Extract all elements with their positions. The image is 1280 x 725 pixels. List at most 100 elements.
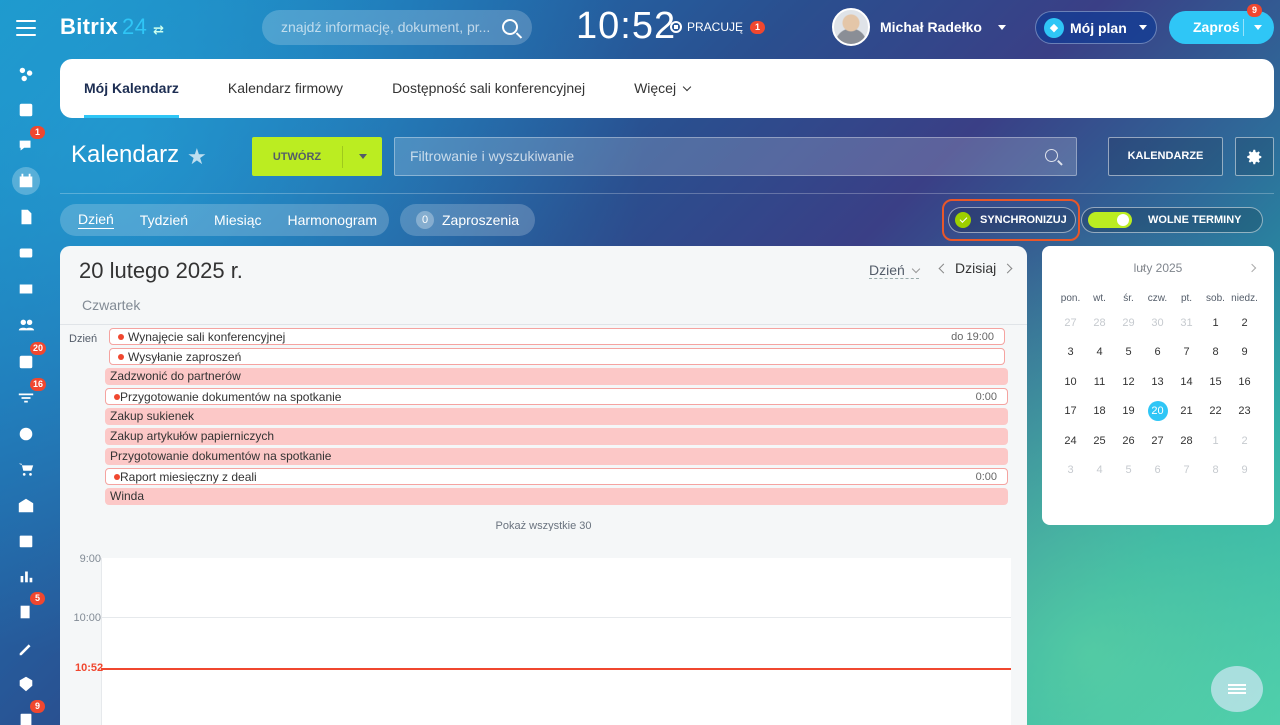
mini-calendar-day[interactable]: 20: [1143, 397, 1172, 427]
crm-icon[interactable]: 16: [12, 378, 47, 412]
prev-arrow-icon[interactable]: [938, 263, 949, 273]
plan-button[interactable]: ◆ Mój plan: [1035, 11, 1157, 44]
inbox-icon[interactable]: [12, 96, 40, 124]
mini-calendar-day[interactable]: 12: [1114, 367, 1143, 397]
mini-calendar-day[interactable]: 11: [1085, 367, 1114, 397]
tab-more[interactable]: Więcej: [634, 59, 692, 118]
mini-calendar-day[interactable]: 18: [1085, 397, 1114, 427]
contacts-icon[interactable]: 9: [12, 700, 45, 725]
day-mode-select[interactable]: Dzień: [869, 262, 921, 279]
mini-calendar-day[interactable]: 4: [1085, 456, 1114, 486]
mini-calendar-day[interactable]: 7: [1172, 456, 1201, 486]
mini-calendar-day[interactable]: 8: [1201, 456, 1230, 486]
sync-button[interactable]: SYNCHRONIZUJ: [948, 207, 1076, 233]
mini-calendar-day[interactable]: 30: [1143, 308, 1172, 338]
time-grid-area[interactable]: [101, 558, 1011, 725]
star-icon[interactable]: ★: [187, 144, 207, 170]
target-icon[interactable]: [12, 420, 40, 448]
create-button[interactable]: UTWÓRZ: [252, 137, 382, 176]
view-schedule[interactable]: Harmonogram: [288, 212, 377, 228]
mini-calendar-day[interactable]: 2: [1230, 426, 1259, 456]
tab-room-availability[interactable]: Dostępność sali konferencyjnej: [392, 59, 585, 118]
settings-button[interactable]: [1235, 137, 1274, 176]
cart-icon[interactable]: [12, 455, 40, 483]
mini-calendar-day[interactable]: 14: [1172, 367, 1201, 397]
menu-icon[interactable]: [16, 20, 36, 36]
mail-icon[interactable]: [12, 275, 40, 303]
view-day[interactable]: Dzień: [78, 211, 114, 229]
event-item[interactable]: Wysyłanie zaproszeń: [109, 348, 1005, 365]
mini-calendar-day[interactable]: 1: [1201, 308, 1230, 338]
mini-calendar-day[interactable]: 16: [1230, 367, 1259, 397]
event-item[interactable]: Raport miesięczny z deali 0:00: [105, 468, 1008, 485]
search-icon[interactable]: [1045, 149, 1058, 162]
event-item[interactable]: Winda: [105, 488, 1008, 505]
mini-calendar-day[interactable]: 22: [1201, 397, 1230, 427]
search-input[interactable]: znajdź informację, dokument, pr...: [262, 10, 532, 45]
employees-icon[interactable]: [12, 311, 40, 339]
mini-calendar-day[interactable]: 15: [1201, 367, 1230, 397]
mini-calendar-day[interactable]: 28: [1172, 426, 1201, 456]
analytics-icon[interactable]: [12, 562, 40, 590]
toggle-switch[interactable]: [1088, 212, 1132, 228]
mini-calendar-day[interactable]: 3: [1056, 338, 1085, 368]
mini-calendar-day[interactable]: 28: [1085, 308, 1114, 338]
next-month-icon[interactable]: [1247, 263, 1257, 273]
mini-calendar-day[interactable]: 25: [1085, 426, 1114, 456]
calendar-icon[interactable]: [12, 167, 40, 195]
tab-my-calendar[interactable]: Mój Kalendarz: [84, 59, 179, 118]
mini-calendar-day[interactable]: 13: [1143, 367, 1172, 397]
document-icon[interactable]: [12, 203, 40, 231]
calendars-button[interactable]: KALENDARZE: [1108, 137, 1223, 176]
company-icon[interactable]: [12, 491, 40, 519]
mini-calendar-day[interactable]: 4: [1085, 338, 1114, 368]
mini-calendar-day[interactable]: 23: [1230, 397, 1259, 427]
quick-menu-button[interactable]: [1211, 666, 1263, 712]
event-item[interactable]: Wynajęcie sali konferencyjnej do 19:00: [109, 328, 1005, 345]
event-item[interactable]: Zadzwonić do partnerów: [105, 368, 1008, 385]
view-month[interactable]: Miesiąc: [214, 212, 261, 228]
feed-icon[interactable]: [12, 60, 40, 88]
free-slots-toggle[interactable]: WOLNE TERMINY: [1081, 207, 1263, 233]
drive-icon[interactable]: [12, 239, 40, 267]
mini-calendar-day[interactable]: 17: [1056, 397, 1085, 427]
mini-calendar-day[interactable]: 24: [1056, 426, 1085, 456]
mini-calendar-day[interactable]: 1: [1201, 426, 1230, 456]
view-week[interactable]: Tydzień: [140, 212, 188, 228]
mini-calendar-day[interactable]: 26: [1114, 426, 1143, 456]
mini-calendar-day[interactable]: 19: [1114, 397, 1143, 427]
forms-icon[interactable]: 5: [12, 592, 45, 626]
mini-calendar-day[interactable]: 7: [1172, 338, 1201, 368]
user-menu[interactable]: Michał Radełko: [832, 8, 1006, 46]
schedule-icon[interactable]: [12, 527, 40, 555]
mini-calendar-day[interactable]: 21: [1172, 397, 1201, 427]
event-item[interactable]: Zakup artykułów papierniczych: [105, 428, 1008, 445]
invitations-button[interactable]: 0 Zaproszenia: [400, 204, 535, 236]
event-item[interactable]: Przygotowanie dokumentów na spotkanie: [105, 448, 1008, 465]
invite-button[interactable]: Zaproś 9: [1169, 4, 1274, 44]
mini-calendar-day[interactable]: 9: [1230, 338, 1259, 368]
mini-calendar-day[interactable]: 10: [1056, 367, 1085, 397]
mini-calendar-day[interactable]: 6: [1143, 338, 1172, 368]
shield-icon[interactable]: [12, 670, 40, 698]
mini-calendar-day[interactable]: 3: [1056, 456, 1085, 486]
mini-calendar-day[interactable]: 9: [1230, 456, 1259, 486]
next-arrow-icon[interactable]: [1002, 263, 1013, 273]
mini-calendar-day[interactable]: 27: [1056, 308, 1085, 338]
filter-input[interactable]: Filtrowanie i wyszukiwanie: [394, 137, 1077, 176]
create-dropdown[interactable]: [343, 154, 382, 159]
mini-calendar-day[interactable]: 31: [1172, 308, 1201, 338]
mini-calendar-day[interactable]: 8: [1201, 338, 1230, 368]
mini-calendar-day[interactable]: 5: [1114, 338, 1143, 368]
event-item[interactable]: Zakup sukienek: [105, 408, 1008, 425]
mini-calendar-day[interactable]: 5: [1114, 456, 1143, 486]
tab-company-calendar[interactable]: Kalendarz firmowy: [228, 59, 343, 118]
event-item[interactable]: Przygotowanie dokumentów na spotkanie 0:0…: [105, 388, 1008, 405]
mini-calendar-day[interactable]: 6: [1143, 456, 1172, 486]
logo-settings-icon[interactable]: ⇄: [153, 22, 164, 37]
mini-calendar-day[interactable]: 29: [1114, 308, 1143, 338]
today-button[interactable]: Dzisiaj: [955, 260, 996, 276]
work-status[interactable]: PRACUJĘ 1: [670, 20, 766, 34]
tasks-icon[interactable]: 20: [12, 342, 47, 376]
sign-icon[interactable]: [12, 634, 40, 662]
